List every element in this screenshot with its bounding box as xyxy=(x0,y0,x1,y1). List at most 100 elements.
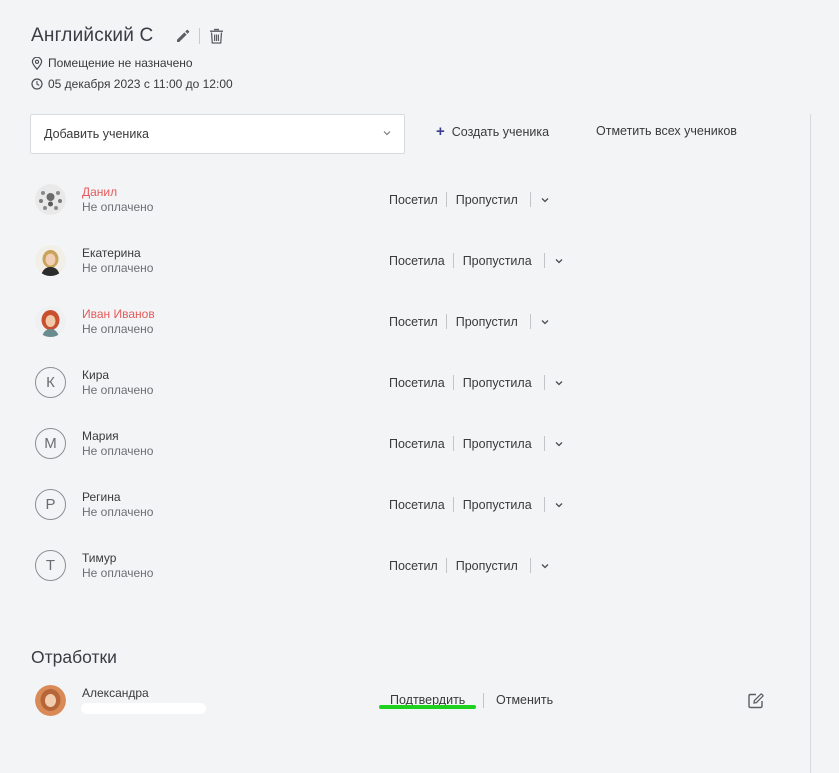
divider xyxy=(483,693,484,708)
cancel-button[interactable]: Отменить xyxy=(496,693,553,707)
more-options-button[interactable] xyxy=(554,256,564,266)
missed-button[interactable]: Пропустила xyxy=(463,437,532,451)
chevron-down-icon xyxy=(555,502,563,507)
divider xyxy=(445,558,447,573)
more-options-button[interactable] xyxy=(554,378,564,388)
student-name[interactable]: Регина xyxy=(82,490,121,504)
payment-status: Не оплачено xyxy=(82,444,154,458)
chevron-down-icon xyxy=(541,197,549,202)
attended-button[interactable]: Посетила xyxy=(389,254,445,268)
divider xyxy=(543,497,545,512)
delete-lesson-button[interactable] xyxy=(206,26,226,46)
attendance-actions: Посетил Пропустил xyxy=(389,558,550,573)
clock-icon xyxy=(31,78,43,90)
location-pin-icon xyxy=(31,56,43,70)
note-edit-icon xyxy=(748,693,764,709)
missed-button[interactable]: Пропустил xyxy=(456,315,518,329)
attendance-actions: Посетила Пропустила xyxy=(389,436,564,451)
divider xyxy=(445,192,447,207)
divider xyxy=(452,253,454,268)
missed-button[interactable]: Пропустил xyxy=(456,193,518,207)
attended-button[interactable]: Посетил xyxy=(389,315,438,329)
avatar-image xyxy=(35,245,66,276)
avatar: К xyxy=(35,367,66,398)
room-text: Помещение не назначено xyxy=(48,56,193,70)
chevron-down-icon xyxy=(541,563,549,568)
divider xyxy=(529,314,531,329)
divider xyxy=(529,558,531,573)
pencil-icon xyxy=(177,29,190,42)
attended-button[interactable]: Посетил xyxy=(389,559,438,573)
avatar: Р xyxy=(35,489,66,520)
payment-status: Не оплачено xyxy=(82,566,154,580)
divider xyxy=(452,497,454,512)
student-row: К Кира Не оплачено Посетила Пропустила xyxy=(0,363,800,403)
student-name[interactable]: Иван Иванов xyxy=(82,307,155,321)
panel-divider xyxy=(810,114,811,773)
hidden-info-bar xyxy=(81,703,206,714)
add-student-select[interactable]: Добавить ученика xyxy=(30,114,405,154)
chevron-down-icon xyxy=(541,319,549,324)
create-student-label: Создать ученика xyxy=(451,124,550,139)
plus-icon: + xyxy=(436,123,445,140)
attended-button[interactable]: Посетила xyxy=(389,498,445,512)
avatar xyxy=(35,184,66,215)
edit-note-button[interactable] xyxy=(747,692,765,715)
attended-button[interactable]: Посетила xyxy=(389,437,445,451)
student-row: Т Тимур Не оплачено Посетил Пропустил xyxy=(0,546,800,586)
chevron-down-icon xyxy=(383,131,391,136)
payment-status: Не оплачено xyxy=(82,261,154,275)
divider xyxy=(445,314,447,329)
attended-button[interactable]: Посетил xyxy=(389,193,438,207)
student-row: Екатерина Не оплачено Посетила Пропустил… xyxy=(0,241,800,281)
divider xyxy=(529,192,531,207)
create-student-button[interactable]: + Создать ученика xyxy=(436,124,549,139)
student-name[interactable]: Кира xyxy=(82,368,109,382)
student-row: Данил Не оплачено Посетил Пропустил xyxy=(0,180,800,220)
mark-all-students-button[interactable]: Отметить всех учеников xyxy=(596,124,737,138)
attended-button[interactable]: Посетила xyxy=(389,376,445,390)
payment-status: Не оплачено xyxy=(82,200,154,214)
student-name[interactable]: Мария xyxy=(82,429,119,443)
avatar xyxy=(35,245,66,276)
avatar: М xyxy=(35,428,66,459)
payment-status: Не оплачено xyxy=(82,505,154,519)
missed-button[interactable]: Пропустила xyxy=(463,376,532,390)
student-name[interactable]: Тимур xyxy=(82,551,116,565)
divider xyxy=(543,375,545,390)
student-name[interactable]: Екатерина xyxy=(82,246,141,260)
more-options-button[interactable] xyxy=(540,561,550,571)
add-student-placeholder: Добавить ученика xyxy=(44,127,150,141)
more-options-button[interactable] xyxy=(540,195,550,205)
payment-status: Не оплачено xyxy=(82,383,154,397)
missed-button[interactable]: Пропустил xyxy=(456,559,518,573)
edit-lesson-button[interactable] xyxy=(173,26,193,46)
makeups-title: Отработки xyxy=(31,647,117,667)
datetime-text: 05 декабря 2023 с 11:00 до 12:00 xyxy=(48,77,233,91)
avatar-image xyxy=(35,184,66,215)
avatar: Т xyxy=(35,550,66,581)
more-options-button[interactable] xyxy=(540,317,550,327)
missed-button[interactable]: Пропустила xyxy=(463,254,532,268)
attendance-actions: Посетила Пропустила xyxy=(389,375,564,390)
missed-button[interactable]: Пропустила xyxy=(463,498,532,512)
makeup-row: Александра Подтвердить Отменить xyxy=(0,684,800,720)
chevron-down-icon xyxy=(555,441,563,446)
student-name[interactable]: Данил xyxy=(82,185,117,199)
avatar-image xyxy=(35,685,66,716)
more-options-button[interactable] xyxy=(554,500,564,510)
student-row: Иван Иванов Не оплачено Посетил Пропусти… xyxy=(0,302,800,342)
divider xyxy=(452,436,454,451)
lesson-title: Английский С xyxy=(31,25,154,46)
chevron-down-icon xyxy=(555,258,563,263)
divider xyxy=(543,436,545,451)
attendance-actions: Посетила Пропустила xyxy=(389,253,564,268)
attendance-actions: Посетила Пропустила xyxy=(389,497,564,512)
student-row: М Мария Не оплачено Посетила Пропустила xyxy=(0,424,800,464)
student-name[interactable]: Александра xyxy=(82,686,149,700)
more-options-button[interactable] xyxy=(554,439,564,449)
highlight-underline xyxy=(379,705,476,709)
header-separator xyxy=(199,28,201,44)
attendance-actions: Посетил Пропустил xyxy=(389,314,550,329)
avatar-image xyxy=(35,306,66,337)
